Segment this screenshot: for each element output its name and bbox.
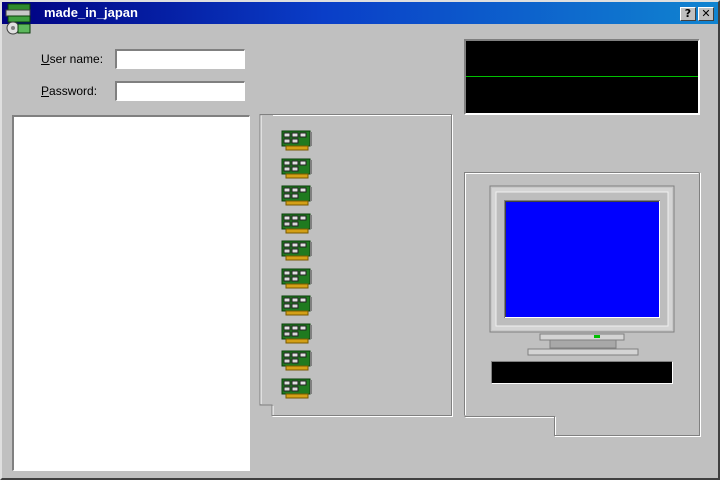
network-card-icon[interactable] (281, 240, 313, 262)
monitor-icon (489, 185, 675, 356)
username-label: User name: (41, 52, 103, 66)
network-card-icon[interactable] (281, 130, 313, 152)
network-card-icon[interactable] (281, 323, 313, 345)
window-title: made_in_japan (44, 5, 138, 20)
network-card-icon[interactable] (281, 350, 313, 372)
main-window: made_in_japan ? ✕ User name: Password: (0, 0, 720, 480)
password-label: Password: (41, 84, 97, 98)
password-label-text: assword: (49, 84, 98, 98)
network-card-icon[interactable] (281, 213, 313, 235)
monitor-screen (506, 202, 659, 317)
network-card-icon[interactable] (281, 268, 313, 290)
username-label-accel: U (41, 52, 50, 66)
password-label-accel: P (41, 84, 50, 98)
network-card-icon[interactable] (281, 295, 313, 317)
oscilloscope-trace (466, 76, 698, 77)
password-input[interactable] (115, 81, 245, 101)
help-button[interactable]: ? (680, 7, 696, 21)
monitor-status-bar (491, 361, 673, 384)
username-input[interactable] (115, 49, 245, 69)
network-card-icon[interactable] (281, 158, 313, 180)
app-icon (5, 3, 31, 35)
title-bar[interactable]: made_in_japan ? ✕ (2, 2, 718, 35)
network-card-icon[interactable] (281, 378, 313, 400)
item-list[interactable] (12, 115, 250, 471)
oscilloscope-display (464, 39, 700, 115)
close-button[interactable]: ✕ (698, 7, 714, 21)
network-card-icon[interactable] (281, 185, 313, 207)
username-label-text: ser name: (49, 52, 104, 66)
